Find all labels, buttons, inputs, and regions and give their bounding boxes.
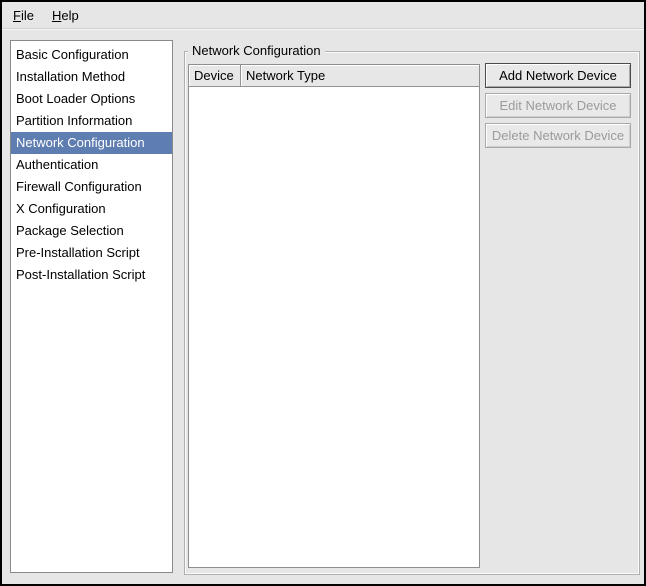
edit-network-device-button[interactable]: Edit Network Device — [485, 93, 631, 118]
table-body-empty[interactable] — [189, 87, 479, 567]
sidebar-item-authentication[interactable]: Authentication — [11, 154, 172, 176]
category-list: Basic Configuration Installation Method … — [10, 40, 173, 573]
menu-file[interactable]: File — [4, 4, 43, 27]
table-header-row: Device Network Type — [189, 65, 479, 87]
sidebar-item-package-selection[interactable]: Package Selection — [11, 220, 172, 242]
menu-help-mnemonic: H — [52, 8, 61, 23]
sidebar-item-installation-method[interactable]: Installation Method — [11, 66, 172, 88]
sidebar-item-pre-installation-script[interactable]: Pre-Installation Script — [11, 242, 172, 264]
column-header-network-type[interactable]: Network Type — [241, 65, 479, 87]
sidebar-item-firewall-configuration[interactable]: Firewall Configuration — [11, 176, 172, 198]
menu-help[interactable]: Help — [43, 4, 88, 27]
network-configuration-panel: Network Configuration Device Network Typ… — [184, 51, 640, 575]
menu-file-mnemonic: F — [13, 8, 21, 23]
menu-file-label: ile — [21, 8, 34, 23]
menubar: File Help — [2, 2, 644, 29]
sidebar-item-x-configuration[interactable]: X Configuration — [11, 198, 172, 220]
sidebar-item-basic-configuration[interactable]: Basic Configuration — [11, 44, 172, 66]
sidebar-item-boot-loader-options[interactable]: Boot Loader Options — [11, 88, 172, 110]
sidebar-item-partition-information[interactable]: Partition Information — [11, 110, 172, 132]
sidebar-item-post-installation-script[interactable]: Post-Installation Script — [11, 264, 172, 286]
menu-help-label: elp — [61, 8, 78, 23]
kickstart-configurator-window: File Help Basic Configuration Installati… — [0, 0, 646, 586]
panel-title: Network Configuration — [188, 43, 325, 59]
column-header-device[interactable]: Device — [189, 65, 241, 87]
add-network-device-button[interactable]: Add Network Device — [485, 63, 631, 88]
delete-network-device-button[interactable]: Delete Network Device — [485, 123, 631, 148]
sidebar-item-network-configuration[interactable]: Network Configuration — [11, 132, 172, 154]
network-device-table: Device Network Type — [188, 64, 480, 568]
device-actions: Add Network Device Edit Network Device D… — [485, 63, 631, 148]
